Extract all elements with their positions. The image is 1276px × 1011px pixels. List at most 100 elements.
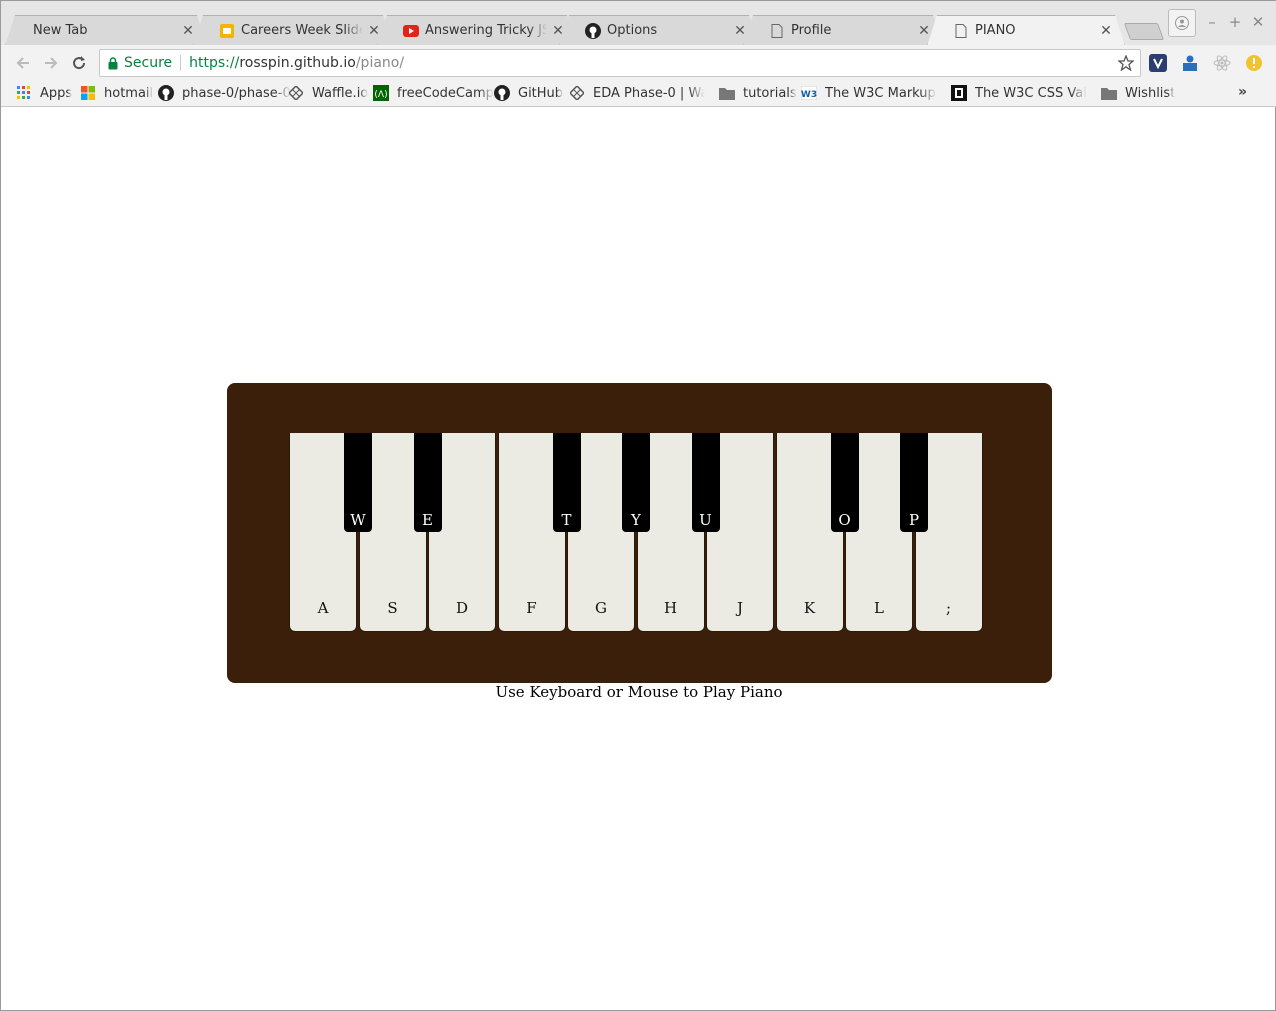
minimize-icon[interactable]: –: [1204, 13, 1220, 31]
black-key-o[interactable]: O: [830, 433, 859, 532]
bookmark-wishlist[interactable]: Wishlist: [1101, 84, 1175, 102]
key-label: J: [736, 599, 743, 617]
bookmark-label: phase-0/phase-0: [182, 85, 291, 101]
tab-title: Profile: [791, 23, 832, 38]
key-label: W: [350, 511, 366, 529]
tab-title: PIANO: [975, 23, 1016, 38]
more-bookmarks-button[interactable]: »: [1238, 84, 1247, 100]
arrow-left-icon: [16, 57, 29, 69]
key-label: E: [422, 511, 433, 529]
new-tab-button[interactable]: [1123, 23, 1165, 40]
key-label: F: [526, 599, 537, 617]
url-host: rosspin.github.io: [239, 55, 356, 71]
tab-title: Answering Tricky JS In: [425, 23, 547, 38]
bookmark-label: hotmail: [104, 85, 154, 101]
key-label: K: [803, 599, 816, 617]
bookmark-apps[interactable]: Apps: [16, 84, 72, 102]
bookmark-eda-phase-0[interactable]: EDA Phase-0 | Waffle: [569, 84, 705, 102]
black-key-w[interactable]: W: [344, 433, 372, 532]
profile-button[interactable]: [1168, 9, 1196, 37]
apps-grid-icon: [16, 85, 32, 101]
bookmarks-bar: Apps hotmail phase-0/phase-0 Waffle.io (…: [1, 80, 1276, 107]
key-label: U: [699, 511, 712, 529]
extension-react-icon[interactable]: [1213, 54, 1231, 72]
key-label: S: [387, 599, 398, 617]
black-key-p[interactable]: P: [900, 433, 928, 532]
key-label: Y: [631, 511, 641, 529]
key-label: H: [663, 599, 678, 617]
folder-icon: [1101, 85, 1117, 101]
black-key-u[interactable]: U: [691, 433, 720, 532]
toolbar: Secure https://rosspin.github.io/piano/: [1, 45, 1276, 80]
arrow-right-icon: [45, 57, 58, 69]
address-bar[interactable]: Secure https://rosspin.github.io/piano/: [99, 49, 1141, 77]
tab-piano[interactable]: PIANO ✕: [927, 15, 1125, 46]
windows-icon: [80, 85, 96, 101]
extension-alert-icon[interactable]: [1245, 54, 1263, 72]
back-button[interactable]: [13, 53, 33, 73]
bookmark-label: The W3C Markup Va: [825, 85, 937, 101]
waffle-icon: [288, 85, 304, 101]
bookmark-waffle[interactable]: Waffle.io: [288, 84, 368, 102]
w3c-css-icon: [951, 85, 967, 101]
forward-button[interactable]: [41, 53, 61, 73]
page-icon: [953, 23, 969, 39]
tab-new-tab[interactable]: New Tab ✕: [5, 15, 207, 46]
bookmark-label: Apps: [40, 85, 73, 101]
github-icon: [585, 22, 601, 39]
tab-title: Careers Week Slides (: [241, 23, 363, 38]
bookmark-hotmail[interactable]: hotmail: [80, 84, 153, 102]
piano-case: A S D F G H J K L ; W E T Y U O P: [227, 383, 1052, 683]
bookmark-label: EDA Phase-0 | Waffle: [593, 85, 705, 101]
bookmark-w3c-css[interactable]: The W3C CSS Valida: [951, 84, 1087, 102]
page-icon: [769, 23, 785, 39]
freecodecamp-icon: (Λ): [373, 85, 389, 101]
bookmark-label: GitHub: [518, 85, 564, 101]
tab-careers-week[interactable]: Careers Week Slides ( ✕: [193, 15, 393, 46]
key-label: T: [561, 511, 572, 529]
page-viewport: A S D F G H J K L ; W E T Y U O P Use Ke…: [5, 108, 1273, 1008]
google-slides-icon: [219, 23, 235, 39]
tab-title: Options: [607, 23, 658, 38]
bookmark-star-icon[interactable]: [1117, 54, 1135, 75]
bookmark-label: The W3C CSS Valida: [975, 85, 1087, 101]
bookmark-label: Waffle.io: [312, 85, 369, 101]
reload-icon: [73, 56, 86, 70]
bookmark-phase-0[interactable]: phase-0/phase-0: [158, 84, 291, 102]
tab-answering-tricky-js[interactable]: Answering Tricky JS In ✕: [377, 15, 577, 46]
github-icon: [494, 85, 510, 101]
reload-button[interactable]: [69, 53, 89, 73]
bookmark-tutorials[interactable]: tutorials: [719, 84, 797, 102]
bookmark-freecodecamp[interactable]: (Λ) freeCodeCamp: [373, 84, 494, 102]
key-label: ;: [945, 599, 952, 617]
black-key-y[interactable]: Y: [622, 433, 650, 532]
waffle-icon: [569, 85, 585, 101]
key-label: P: [908, 511, 920, 529]
folder-icon: [719, 85, 735, 101]
close-icon[interactable]: ✕: [1099, 24, 1113, 38]
tab-title: New Tab: [33, 23, 88, 38]
bookmark-label: tutorials: [743, 85, 797, 101]
bookmark-w3c-markup[interactable]: W3 The W3C Markup Va: [801, 84, 937, 102]
svg-text:(Λ): (Λ): [374, 90, 387, 100]
bookmark-label: Wishlist: [1125, 85, 1176, 101]
play-instructions: Use Keyboard or Mouse to Play Piano: [495, 683, 783, 701]
key-label: O: [838, 511, 851, 529]
black-key-t[interactable]: T: [552, 433, 581, 532]
url-path: /piano/: [355, 55, 405, 71]
bookmark-github[interactable]: GitHub: [494, 84, 563, 102]
window-close-icon[interactable]: ✕: [1250, 13, 1266, 31]
tab-options[interactable]: Options ✕: [559, 15, 759, 46]
extension-person-icon[interactable]: [1181, 54, 1199, 72]
key-label: L: [874, 599, 884, 617]
browser-window: New Tab ✕ Careers Week Slides ( ✕ Answer…: [0, 0, 1276, 1011]
w3c-icon: W3: [801, 85, 817, 101]
github-icon: [158, 85, 174, 101]
extension-v-icon[interactable]: [1149, 54, 1167, 72]
url-scheme: https://: [189, 55, 240, 71]
key-label: G: [595, 599, 607, 617]
key-label: A: [317, 599, 329, 617]
tab-profile[interactable]: Profile ✕: [743, 15, 943, 46]
black-key-e[interactable]: E: [413, 433, 442, 532]
maximize-icon[interactable]: +: [1227, 13, 1243, 31]
